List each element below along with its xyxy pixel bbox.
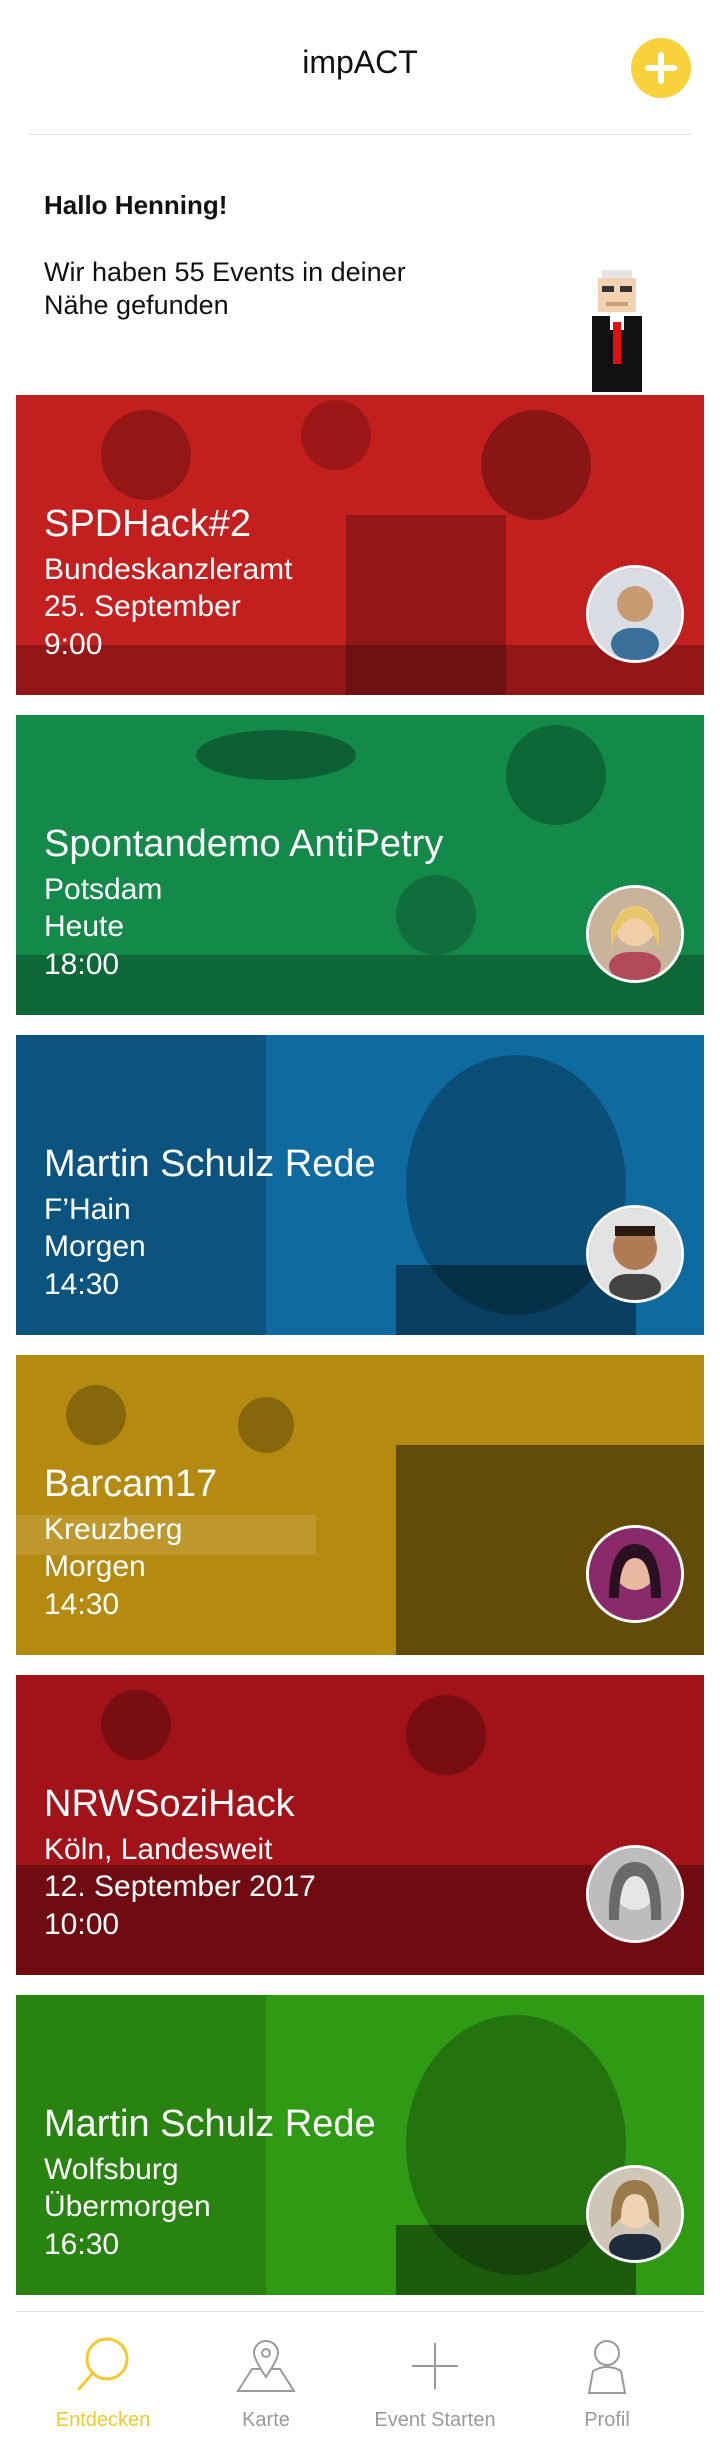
event-title: Martin Schulz Rede bbox=[44, 1143, 376, 1185]
event-title: SPDHack#2 bbox=[44, 503, 251, 545]
event-title: Barcam17 bbox=[44, 1463, 218, 1505]
event-location: F’Hain bbox=[44, 1193, 131, 1226]
organizer-avatar[interactable] bbox=[586, 1525, 684, 1623]
tab-label: Profil bbox=[584, 2409, 630, 2431]
event-location: Bundeskanzleramt bbox=[44, 553, 293, 586]
tab-label: Entdecken bbox=[55, 2409, 151, 2431]
organizer-avatar[interactable] bbox=[586, 885, 684, 983]
event-time: 10:00 bbox=[44, 1908, 120, 1941]
organizer-avatar[interactable] bbox=[586, 2165, 684, 2263]
event-time: 16:30 bbox=[44, 2228, 120, 2261]
event-card-schulz-wolfsburg[interactable]: Martin Schulz Rede Wolfsburg Übermorgen … bbox=[16, 1995, 704, 2295]
event-time: 14:30 bbox=[44, 1588, 120, 1621]
event-title: NRWSoziHack bbox=[44, 1783, 295, 1825]
event-location: Potsdam bbox=[44, 873, 163, 906]
header-divider bbox=[28, 134, 692, 135]
app-title: impACT bbox=[302, 44, 418, 80]
organizer-avatar[interactable] bbox=[586, 565, 684, 663]
map-icon bbox=[236, 2340, 296, 2392]
magnifier-icon bbox=[77, 2337, 129, 2391]
event-date: 12. September 2017 bbox=[44, 1870, 316, 1903]
event-date: 25. September bbox=[44, 590, 241, 623]
add-event-button[interactable] bbox=[631, 38, 691, 98]
event-date: Heute bbox=[44, 910, 125, 943]
greeting-text: Hallo Henning! bbox=[44, 190, 228, 220]
person-icon bbox=[587, 2340, 627, 2394]
event-date: Morgen bbox=[44, 1230, 146, 1263]
politician-mascot-icon bbox=[592, 270, 642, 392]
tab-label: Karte bbox=[242, 2409, 290, 2431]
event-date: Morgen bbox=[44, 1550, 146, 1583]
plus-icon bbox=[645, 52, 677, 84]
event-title: Spontandemo AntiPetry bbox=[44, 823, 444, 865]
tab-karte[interactable]: Karte bbox=[181, 2321, 351, 2441]
plus-icon bbox=[412, 2343, 458, 2389]
event-time: 18:00 bbox=[44, 948, 120, 981]
event-card-nrwsozihack[interactable]: NRWSoziHack Köln, Landesweit 12. Septemb… bbox=[16, 1675, 704, 1975]
tab-bar-divider bbox=[16, 2311, 704, 2312]
event-location: Köln, Landesweit bbox=[44, 1833, 273, 1866]
tab-event-starten[interactable]: Event Starten bbox=[350, 2321, 520, 2441]
tab-label: Event Starten bbox=[374, 2409, 496, 2431]
event-title: Martin Schulz Rede bbox=[44, 2103, 376, 2145]
events-found-text: Wir haben 55 Events in deiner Nähe gefun… bbox=[44, 257, 406, 320]
event-card-barcamp[interactable]: Barcam17 Kreuzberg Morgen 14:30 bbox=[16, 1355, 704, 1655]
event-location: Wolfsburg bbox=[44, 2153, 179, 2186]
organizer-avatar[interactable] bbox=[586, 1205, 684, 1303]
tab-entdecken[interactable]: Entdecken bbox=[18, 2321, 188, 2441]
event-time: 9:00 bbox=[44, 628, 103, 661]
event-card-schulz-fhain[interactable]: Martin Schulz Rede F’Hain Morgen 14:30 bbox=[16, 1035, 704, 1335]
event-location: Kreuzberg bbox=[44, 1513, 183, 1546]
event-card-spontandemo[interactable]: Spontandemo AntiPetry Potsdam Heute 18:0… bbox=[16, 715, 704, 1015]
organizer-avatar[interactable] bbox=[586, 1845, 684, 1943]
event-date: Übermorgen bbox=[44, 2190, 211, 2223]
event-card-spdhack[interactable]: SPDHack#2 Bundeskanzleramt 25. September… bbox=[16, 395, 704, 695]
top-bar: impACT bbox=[0, 0, 720, 135]
tab-bar: Entdecken Karte Event Starten Profil bbox=[0, 2311, 720, 2448]
event-time: 14:30 bbox=[44, 1268, 120, 1301]
tab-profil[interactable]: Profil bbox=[522, 2321, 692, 2441]
